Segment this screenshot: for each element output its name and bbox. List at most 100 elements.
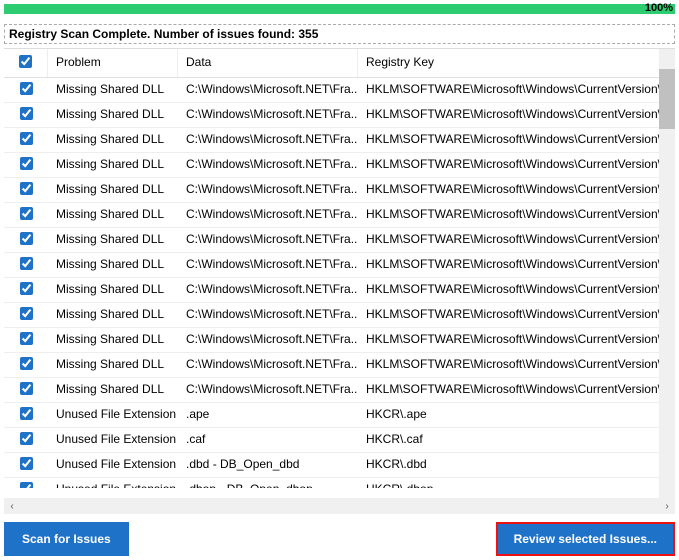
- row-checkbox-cell: [4, 403, 48, 427]
- row-registry-key: HKLM\SOFTWARE\Microsoft\Windows\CurrentV…: [358, 303, 675, 327]
- row-problem: Unused File Extension: [48, 478, 178, 488]
- review-selected-issues-button[interactable]: Review selected Issues...: [496, 522, 675, 556]
- row-data: C:\Windows\Microsoft.NET\Fra...: [178, 78, 358, 102]
- row-checkbox-cell: [4, 203, 48, 227]
- table-row[interactable]: Missing Shared DLLC:\Windows\Microsoft.N…: [4, 328, 675, 353]
- row-problem: Missing Shared DLL: [48, 303, 178, 327]
- row-data: C:\Windows\Microsoft.NET\Fra...: [178, 278, 358, 302]
- header-problem[interactable]: Problem: [48, 49, 178, 77]
- row-checkbox-cell: [4, 328, 48, 352]
- row-registry-key: HKLM\SOFTWARE\Microsoft\Windows\CurrentV…: [358, 128, 675, 152]
- row-checkbox[interactable]: [20, 107, 33, 120]
- table-header: Problem Data Registry Key: [4, 49, 675, 78]
- scan-for-issues-button[interactable]: Scan for Issues: [4, 522, 129, 556]
- row-data: .ape: [178, 403, 358, 427]
- row-registry-key: HKLM\SOFTWARE\Microsoft\Windows\CurrentV…: [358, 328, 675, 352]
- table-row[interactable]: Missing Shared DLLC:\Windows\Microsoft.N…: [4, 203, 675, 228]
- table-row[interactable]: Missing Shared DLLC:\Windows\Microsoft.N…: [4, 153, 675, 178]
- row-data: .caf: [178, 428, 358, 452]
- row-problem: Missing Shared DLL: [48, 278, 178, 302]
- vertical-scrollbar[interactable]: [659, 49, 675, 498]
- row-checkbox[interactable]: [20, 457, 33, 470]
- row-data: .dbop - DB_Open_dbop: [178, 478, 358, 488]
- scroll-right-arrow-icon[interactable]: ›: [659, 501, 675, 512]
- row-checkbox[interactable]: [20, 182, 33, 195]
- row-checkbox-cell: [4, 103, 48, 127]
- vertical-scrollbar-thumb[interactable]: [659, 69, 675, 129]
- row-checkbox[interactable]: [20, 407, 33, 420]
- horizontal-scrollbar[interactable]: ‹ ›: [4, 498, 675, 514]
- scroll-left-arrow-icon[interactable]: ‹: [4, 501, 20, 512]
- row-checkbox[interactable]: [20, 232, 33, 245]
- row-checkbox-cell: [4, 428, 48, 452]
- table-row[interactable]: Missing Shared DLLC:\Windows\Microsoft.N…: [4, 378, 675, 403]
- row-registry-key: HKLM\SOFTWARE\Microsoft\Windows\CurrentV…: [358, 253, 675, 277]
- row-problem: Missing Shared DLL: [48, 103, 178, 127]
- row-checkbox[interactable]: [20, 432, 33, 445]
- table-row[interactable]: Unused File Extension.dbd - DB_Open_dbdH…: [4, 453, 675, 478]
- row-registry-key: HKLM\SOFTWARE\Microsoft\Windows\CurrentV…: [358, 278, 675, 302]
- table-row[interactable]: Missing Shared DLLC:\Windows\Microsoft.N…: [4, 228, 675, 253]
- select-all-checkbox[interactable]: [19, 55, 32, 68]
- row-checkbox[interactable]: [20, 257, 33, 270]
- row-data: C:\Windows\Microsoft.NET\Fra...: [178, 328, 358, 352]
- table-row[interactable]: Unused File Extension.cafHKCR\.caf: [4, 428, 675, 453]
- table-row[interactable]: Unused File Extension.apeHKCR\.ape: [4, 403, 675, 428]
- row-problem: Missing Shared DLL: [48, 378, 178, 402]
- row-checkbox[interactable]: [20, 357, 33, 370]
- row-checkbox-cell: [4, 78, 48, 102]
- row-checkbox[interactable]: [20, 82, 33, 95]
- row-checkbox[interactable]: [20, 157, 33, 170]
- header-data[interactable]: Data: [178, 49, 358, 77]
- row-problem: Missing Shared DLL: [48, 178, 178, 202]
- header-checkbox-cell: [4, 49, 48, 77]
- table-row[interactable]: Missing Shared DLLC:\Windows\Microsoft.N…: [4, 278, 675, 303]
- row-data: C:\Windows\Microsoft.NET\Fra...: [178, 253, 358, 277]
- table-row[interactable]: Unused File Extension.dbop - DB_Open_dbo…: [4, 478, 675, 488]
- row-problem: Missing Shared DLL: [48, 353, 178, 377]
- row-registry-key: HKLM\SOFTWARE\Microsoft\Windows\CurrentV…: [358, 353, 675, 377]
- row-checkbox[interactable]: [20, 132, 33, 145]
- row-checkbox[interactable]: [20, 382, 33, 395]
- row-problem: Missing Shared DLL: [48, 253, 178, 277]
- row-data: C:\Windows\Microsoft.NET\Fra...: [178, 228, 358, 252]
- row-checkbox[interactable]: [20, 482, 33, 488]
- row-data: C:\Windows\Microsoft.NET\Fra...: [178, 128, 358, 152]
- row-checkbox[interactable]: [20, 332, 33, 345]
- progress-percent: 100%: [645, 2, 673, 14]
- progress-bar-area: 100%: [4, 4, 675, 20]
- row-registry-key: HKLM\SOFTWARE\Microsoft\Windows\CurrentV…: [358, 203, 675, 227]
- row-problem: Unused File Extension: [48, 428, 178, 452]
- row-data: C:\Windows\Microsoft.NET\Fra...: [178, 303, 358, 327]
- table-row[interactable]: Missing Shared DLLC:\Windows\Microsoft.N…: [4, 78, 675, 103]
- table-row[interactable]: Missing Shared DLLC:\Windows\Microsoft.N…: [4, 303, 675, 328]
- row-problem: Missing Shared DLL: [48, 153, 178, 177]
- row-registry-key: HKCR\.ape: [358, 403, 675, 427]
- row-problem: Missing Shared DLL: [48, 228, 178, 252]
- row-registry-key: HKLM\SOFTWARE\Microsoft\Windows\CurrentV…: [358, 103, 675, 127]
- row-checkbox-cell: [4, 453, 48, 477]
- table-row[interactable]: Missing Shared DLLC:\Windows\Microsoft.N…: [4, 103, 675, 128]
- row-problem: Missing Shared DLL: [48, 203, 178, 227]
- header-registry-key[interactable]: Registry Key: [358, 49, 675, 77]
- row-checkbox-cell: [4, 178, 48, 202]
- table-body: Missing Shared DLLC:\Windows\Microsoft.N…: [4, 78, 675, 488]
- row-data: C:\Windows\Microsoft.NET\Fra...: [178, 153, 358, 177]
- row-data: C:\Windows\Microsoft.NET\Fra...: [178, 178, 358, 202]
- row-registry-key: HKCR\.caf: [358, 428, 675, 452]
- row-data: C:\Windows\Microsoft.NET\Fra...: [178, 103, 358, 127]
- row-checkbox[interactable]: [20, 207, 33, 220]
- row-checkbox-cell: [4, 478, 48, 488]
- row-checkbox-cell: [4, 303, 48, 327]
- row-checkbox-cell: [4, 128, 48, 152]
- table-row[interactable]: Missing Shared DLLC:\Windows\Microsoft.N…: [4, 353, 675, 378]
- row-data: C:\Windows\Microsoft.NET\Fra...: [178, 378, 358, 402]
- table-row[interactable]: Missing Shared DLLC:\Windows\Microsoft.N…: [4, 178, 675, 203]
- row-checkbox[interactable]: [20, 307, 33, 320]
- table-row[interactable]: Missing Shared DLLC:\Windows\Microsoft.N…: [4, 128, 675, 153]
- row-problem: Unused File Extension: [48, 403, 178, 427]
- row-checkbox-cell: [4, 228, 48, 252]
- status-text: Registry Scan Complete. Number of issues…: [4, 24, 675, 44]
- row-checkbox[interactable]: [20, 282, 33, 295]
- table-row[interactable]: Missing Shared DLLC:\Windows\Microsoft.N…: [4, 253, 675, 278]
